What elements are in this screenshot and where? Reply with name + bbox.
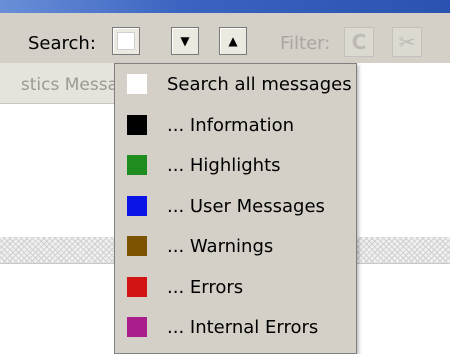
color-swatch-icon xyxy=(127,317,147,337)
filter-label: Filter: xyxy=(280,33,331,54)
refresh-icon: C xyxy=(351,30,367,54)
toolbar: Search: ▼ ▲ Filter: C ✂ xyxy=(0,13,450,64)
color-swatch-icon xyxy=(127,277,147,297)
menu-item-label: ... Highlights xyxy=(167,155,281,176)
filter-refresh-button[interactable]: C xyxy=(344,27,374,57)
search-color-menu-item[interactable]: ... Errors xyxy=(121,270,353,306)
color-swatch-icon xyxy=(127,115,147,135)
search-next-button[interactable]: ▼ xyxy=(171,27,199,55)
search-color-dropdown-button[interactable] xyxy=(112,27,140,55)
search-color-menu: Search all messages ... Information ... Hi… xyxy=(114,63,357,354)
search-color-menu-item[interactable]: ... User Messages xyxy=(121,189,353,225)
search-color-menu-item[interactable]: ... Information xyxy=(121,108,353,144)
color-swatch-icon xyxy=(127,155,147,175)
color-swatch-icon xyxy=(127,74,147,94)
search-color-menu-item[interactable]: ... Warnings xyxy=(121,229,353,265)
window-title-strip xyxy=(0,0,450,13)
selected-color-swatch xyxy=(117,32,135,50)
menu-item-label: ... User Messages xyxy=(167,196,325,217)
search-previous-button[interactable]: ▲ xyxy=(219,27,247,55)
search-color-menu-item[interactable]: Search all messages xyxy=(121,67,353,103)
menu-item-label: ... Information xyxy=(167,115,295,136)
clear-filter-icon: ✂ xyxy=(398,30,416,54)
down-arrow-icon: ▼ xyxy=(180,34,190,48)
search-color-menu-item[interactable]: ... Highlights xyxy=(121,148,353,184)
menu-item-label: Search all messages xyxy=(167,74,352,95)
search-color-menu-item[interactable]: ... Internal Errors xyxy=(121,310,353,346)
menu-item-label: ... Warnings xyxy=(167,236,274,257)
color-swatch-icon xyxy=(127,196,147,216)
filter-clear-button[interactable]: ✂ xyxy=(392,27,422,57)
up-arrow-icon: ▲ xyxy=(228,34,238,48)
tab-diagnostics-messages[interactable]: stics Messa xyxy=(0,75,118,99)
color-swatch-icon xyxy=(127,236,147,256)
menu-item-label: ... Internal Errors xyxy=(167,317,319,338)
search-label: Search: xyxy=(28,33,96,54)
menu-item-label: ... Errors xyxy=(167,277,244,298)
